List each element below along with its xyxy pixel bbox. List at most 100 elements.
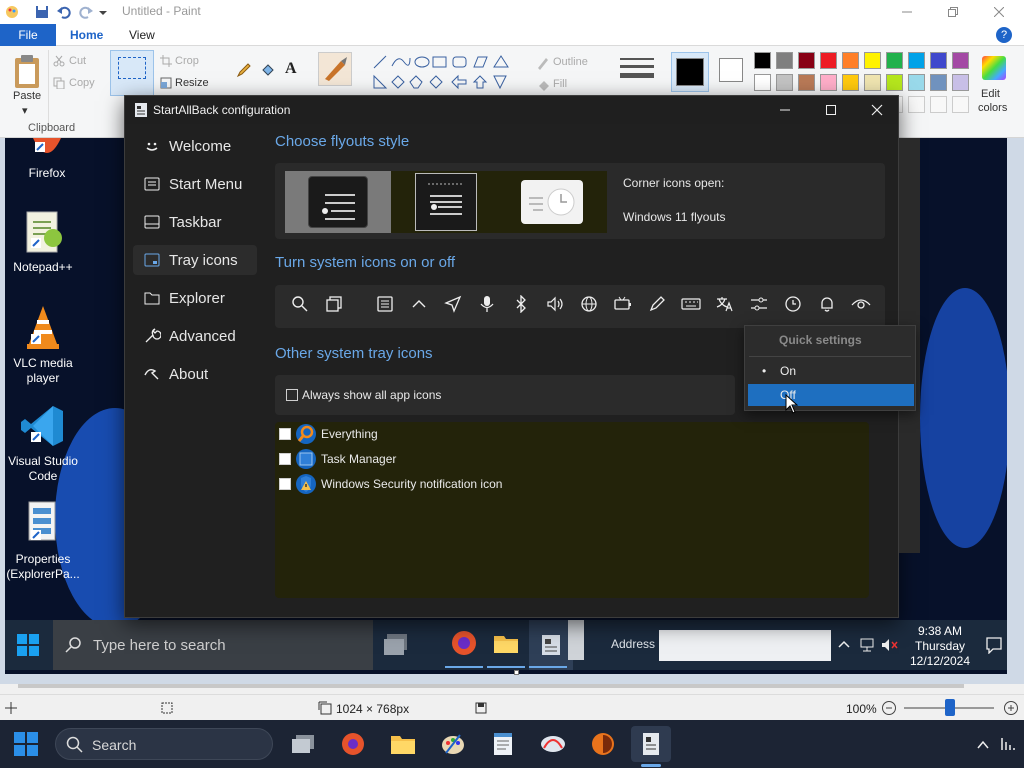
eye-icon[interactable]: [848, 291, 874, 317]
nav-start-menu[interactable]: Start Menu: [133, 169, 257, 199]
widgets-icon[interactable]: [372, 291, 398, 317]
location-icon[interactable]: [440, 291, 466, 317]
always-show-checkbox[interactable]: [286, 389, 298, 401]
customize-qat-icon[interactable]: [98, 4, 114, 20]
flyout-option-win10[interactable]: [391, 171, 501, 233]
inner-clock-day[interactable]: Thursday: [910, 639, 970, 653]
brushes-button[interactable]: [318, 52, 352, 86]
notifications-icon[interactable]: [814, 291, 840, 317]
color-swatch[interactable]: [952, 52, 969, 69]
desktop-icon-vscode[interactable]: Visual Studio Code: [5, 402, 85, 484]
fill-dropdown[interactable]: Fill: [553, 78, 567, 90]
list-item[interactable]: Everything: [275, 423, 378, 445]
cut-button[interactable]: Cut: [69, 55, 86, 67]
maximize-button[interactable]: [930, 0, 976, 24]
color-swatch[interactable]: [842, 52, 859, 69]
language-icon[interactable]: [712, 291, 738, 317]
color1-button[interactable]: [671, 52, 709, 92]
keyboard-icon[interactable]: [678, 291, 704, 317]
tab-view[interactable]: View: [129, 28, 155, 42]
nav-taskbar[interactable]: Taskbar: [133, 207, 257, 237]
nav-welcome[interactable]: Welcome: [133, 131, 257, 161]
address-input[interactable]: [659, 630, 831, 661]
edit-colors-label-1[interactable]: Edit: [981, 88, 1000, 100]
bluetooth-icon[interactable]: [508, 291, 534, 317]
inner-firefox-icon[interactable]: [449, 628, 479, 658]
nav-explorer[interactable]: Explorer: [133, 283, 257, 313]
menu-option-off[interactable]: Off: [748, 384, 914, 406]
inner-clock-date[interactable]: 12/12/2024: [907, 654, 973, 668]
color-swatch[interactable]: [864, 52, 881, 69]
taskbar-firefox[interactable]: [333, 726, 373, 762]
crop-button[interactable]: Crop: [175, 55, 199, 67]
custom-color-slot[interactable]: [908, 96, 925, 113]
taskbar-search-box[interactable]: Search: [55, 728, 273, 760]
color-swatch[interactable]: [820, 74, 837, 91]
list-item[interactable]: Windows Security notification icon: [275, 473, 502, 495]
color-swatch[interactable]: [754, 52, 771, 69]
desktop-icon-properties[interactable]: Properties (ExplorerPa...: [5, 500, 85, 582]
taskbar-file-explorer[interactable]: [383, 726, 423, 762]
color-swatch[interactable]: [776, 74, 793, 91]
save-icon[interactable]: [34, 4, 50, 20]
volume-icon[interactable]: [542, 291, 568, 317]
app-checkbox[interactable]: [279, 428, 291, 440]
desktop-icon-firefox[interactable]: Firefox: [5, 138, 89, 181]
minimize-button[interactable]: [884, 0, 930, 24]
app-checkbox[interactable]: [279, 453, 291, 465]
chevron-up-icon[interactable]: [406, 291, 432, 317]
always-show-label[interactable]: Always show all app icons: [302, 388, 441, 402]
close-button[interactable]: [976, 0, 1022, 24]
corner-icons-value[interactable]: Windows 11 flyouts: [623, 210, 726, 224]
color-swatch[interactable]: [908, 74, 925, 91]
zoom-in-icon[interactable]: [1003, 700, 1019, 716]
volume-muted-icon[interactable]: [881, 637, 899, 653]
clock-icon[interactable]: [780, 291, 806, 317]
pencil-icon[interactable]: [236, 62, 252, 78]
sab-close-button[interactable]: [854, 96, 900, 124]
taskbar-app-orange[interactable]: [583, 726, 623, 762]
color-swatch[interactable]: [930, 52, 947, 69]
clipboard-paste-icon[interactable]: [12, 54, 42, 90]
taskbar-notepad[interactable]: [483, 726, 523, 762]
color-swatch[interactable]: [886, 52, 903, 69]
text-tool-icon[interactable]: A: [285, 60, 297, 78]
nav-advanced[interactable]: Advanced: [133, 321, 257, 351]
color-swatch[interactable]: [864, 74, 881, 91]
canvas-resize-handle[interactable]: [514, 670, 519, 675]
help-button[interactable]: ?: [996, 27, 1012, 43]
menu-option-on[interactable]: • On: [748, 360, 914, 382]
sab-maximize-button[interactable]: [808, 96, 854, 124]
color-swatch[interactable]: [886, 74, 903, 91]
show-hidden-icons-chevron-icon[interactable]: [976, 738, 990, 750]
zoom-out-icon[interactable]: [881, 700, 897, 716]
inner-search-box[interactable]: Type here to search: [53, 620, 373, 670]
taskbar-snipping-tool[interactable]: [533, 726, 573, 762]
color-swatch[interactable]: [842, 74, 859, 91]
paste-label[interactable]: Paste: [13, 90, 41, 102]
battery-icon[interactable]: [610, 291, 636, 317]
inner-start-button[interactable]: [5, 620, 51, 670]
inner-explorer-icon[interactable]: [491, 628, 521, 658]
pen-icon[interactable]: [644, 291, 670, 317]
select-button[interactable]: [110, 50, 154, 96]
tab-file[interactable]: File: [0, 24, 56, 46]
search-icon[interactable]: [287, 291, 313, 317]
quick-settings-icon[interactable]: [746, 291, 772, 317]
microphone-icon[interactable]: [474, 291, 500, 317]
resize-button[interactable]: Resize: [175, 77, 209, 89]
taskbar-paint[interactable]: [433, 726, 473, 762]
desktop-icon-notepad-plus-plus[interactable]: Notepad++: [5, 208, 85, 275]
color2-button[interactable]: [716, 56, 746, 88]
tab-home[interactable]: Home: [70, 28, 103, 42]
custom-color-slot[interactable]: [930, 96, 947, 113]
desktop-icon-vlc[interactable]: VLC media player: [5, 304, 85, 386]
color-swatch[interactable]: [930, 74, 947, 91]
flyout-option-classic[interactable]: [285, 171, 391, 233]
color-swatch[interactable]: [754, 74, 771, 91]
task-view-icon[interactable]: [321, 291, 347, 317]
inner-task-view-icon[interactable]: [383, 632, 409, 658]
redo-icon[interactable]: [78, 4, 94, 20]
app-checkbox[interactable]: [279, 478, 291, 490]
undo-icon[interactable]: [56, 4, 72, 20]
